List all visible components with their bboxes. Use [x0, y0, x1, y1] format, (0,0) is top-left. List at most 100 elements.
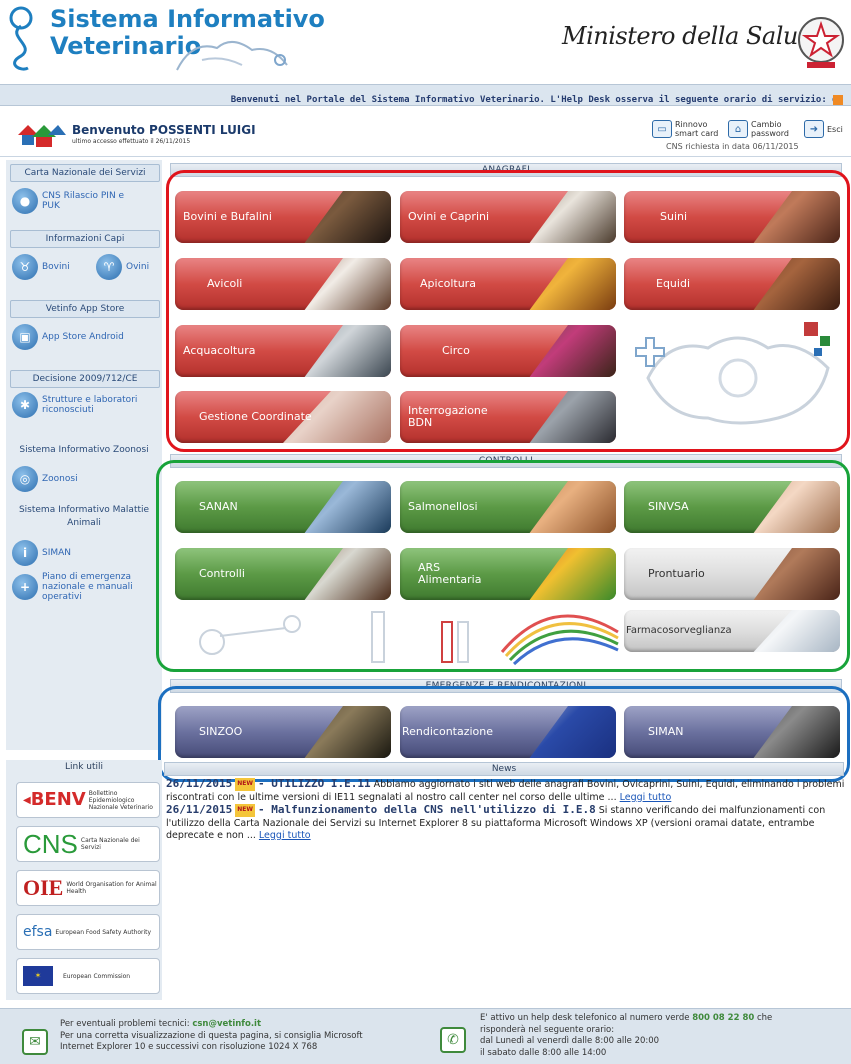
sidebar-item-piano[interactable]: + Piano di emergenza nazionale e manuali…	[12, 572, 142, 602]
link-efsa[interactable]: efsa European Food Safety Authority	[16, 914, 160, 950]
sidebar-item-ovini[interactable]: ♈ Ovini	[96, 254, 149, 280]
tile-bovini[interactable]: Bovini e Bufalini	[175, 191, 391, 243]
fish-photo-icon	[304, 325, 391, 377]
tile-suini-label: Suini	[660, 210, 688, 223]
cambio-password-button[interactable]: ⌂ Cambio password	[728, 118, 795, 140]
tile-sinvsa[interactable]: SINVSA	[624, 481, 840, 533]
cns-icon: ●	[12, 188, 38, 214]
news-title-text: - Malfunzionamento della CNS nell'utiliz…	[257, 803, 596, 816]
news-date: 26/11/2015	[166, 777, 233, 790]
sidebar-item-zoonosi-label: Zoonosi	[42, 474, 78, 484]
tile-equidi[interactable]: Equidi	[624, 258, 840, 310]
tile-apicoltura[interactable]: Apicoltura	[400, 258, 616, 310]
child-photo-icon	[753, 481, 840, 533]
tile-sinzoo[interactable]: SINZOO	[175, 706, 391, 758]
tile-sinzoo-label: SINZOO	[199, 725, 243, 738]
last-access: ultimo accesso effettuato il 26/11/2015	[72, 138, 191, 145]
tile-farmacosorveglianza[interactable]: Farmacosorveglianza	[624, 610, 840, 652]
news-list: 26/11/2015 NEW - UTILIZZO I.E.11 Abbiamo a…	[166, 777, 846, 843]
horse-photo-icon	[753, 258, 840, 310]
sidebar-item-siman[interactable]: i SIMAN	[12, 540, 71, 566]
tile-salmonellosi-label: Salmonellosi	[408, 500, 478, 513]
eu-flag-icon: ✶	[23, 966, 53, 986]
benv-text: BENV	[30, 789, 86, 810]
tile-interrogazione[interactable]: Interrogazione BDN	[400, 391, 616, 443]
news-item: 26/11/2015 NEW - UTILIZZO I.E.11 Abbiamo a…	[166, 777, 846, 804]
link-oie[interactable]: OIE World Organisation for Animal Health	[16, 870, 160, 906]
plus-icon: +	[12, 574, 38, 600]
footer-browser-note-1: Per una corretta visualizzazione di ques…	[60, 1030, 363, 1041]
footer-hours-weekday: dal Lunedì al venerdì dalle 8:00 alle 20…	[480, 1036, 660, 1046]
tile-siman-label: SIMAN	[648, 725, 684, 738]
sidebar-item-bovini[interactable]: ♉ Bovini	[12, 254, 70, 280]
section-emergenze: EMERGENZE E RENDICONTAZIONI	[170, 679, 842, 693]
read-more-link[interactable]: Leggi tutto	[620, 792, 672, 803]
cambio-label: Cambio password	[751, 120, 789, 138]
ministero-logo[interactable]: Ministero della Salute	[562, 22, 821, 50]
tile-sanan[interactable]: SANAN	[175, 481, 391, 533]
tile-siman[interactable]: SIMAN	[624, 706, 840, 758]
sidebar-item-strutture[interactable]: ✱ Strutture e laboratori riconosciuti	[12, 392, 154, 418]
footer-right-text: E' attivo un help desk telefonico al num…	[480, 1013, 772, 1059]
rinnovo-smartcard-button[interactable]: ▭ Rinnovo smart card	[652, 118, 719, 140]
tile-rendicontazione[interactable]: Rendicontazione	[400, 706, 616, 758]
tile-acquacoltura[interactable]: Acquacoltura	[175, 325, 391, 377]
circus-photo-icon	[529, 325, 616, 377]
tile-controlli[interactable]: Controlli	[175, 548, 391, 600]
tile-salmonellosi[interactable]: Salmonellosi	[400, 481, 616, 533]
footer: ✉ Per eventuali problemi tecnici: csn@ve…	[0, 1008, 851, 1064]
section-anagrafi: ANAGRAFI	[170, 163, 842, 177]
sidebar-item-appstore[interactable]: ▣ App Store Android	[12, 324, 124, 350]
sidebar-item-cns[interactable]: ● CNS Rilascio PIN e PUK	[12, 188, 162, 214]
goat-photo-icon	[529, 191, 616, 243]
rss-icon[interactable]	[833, 95, 843, 105]
esci-button[interactable]: ➜ Esci	[804, 118, 847, 140]
tile-gestione[interactable]: Gestione Coordinate	[175, 391, 391, 443]
ec-sub: European Commission	[63, 972, 131, 980]
link-cns[interactable]: CNS Carta Nazionale dei Servizi	[16, 826, 160, 862]
tile-ovini-label: Ovini e Caprini	[408, 210, 490, 223]
tile-circo[interactable]: Circo	[400, 325, 616, 377]
tile-ovini[interactable]: Ovini e Caprini	[400, 191, 616, 243]
tile-prontuario[interactable]: Prontuario	[624, 548, 840, 600]
lock-icon: ⌂	[728, 120, 748, 138]
section-controlli: CONTROLLI	[170, 454, 842, 468]
cow-icon: ♉	[12, 254, 38, 280]
info-icon: i	[12, 540, 38, 566]
footer-helpdesk-post: che	[754, 1013, 773, 1023]
vegetables-photo-icon	[529, 548, 616, 600]
eggs-photo-icon	[529, 481, 616, 533]
tile-acquacoltura-label: Acquacoltura	[183, 344, 256, 357]
site-title-line1: Sistema Informativo	[50, 5, 325, 33]
oie-sub: World Organisation for Animal Health	[66, 881, 157, 895]
benv-logo-icon: ◀	[23, 794, 31, 806]
news-title-text: - UTILIZZO I.E.11	[257, 777, 371, 790]
tile-interrogazione-label: Interrogazione BDN	[408, 404, 488, 429]
tile-controlli-label: Controlli	[199, 567, 245, 580]
footer-hours-intro: risponderà nel seguente orario:	[480, 1024, 615, 1035]
esci-label: Esci	[827, 124, 843, 134]
animals-logo-icon	[176, 41, 288, 71]
tile-ars[interactable]: ARS Alimentaria	[400, 548, 616, 600]
read-more-link[interactable]: Leggi tutto	[259, 830, 311, 841]
sidebar-item-zoonosi[interactable]: ◎ Zoonosi	[12, 466, 78, 492]
chicken-photo-icon	[304, 258, 391, 310]
pills-photo-icon	[753, 610, 840, 652]
tile-sinvsa-label: SINVSA	[648, 500, 689, 513]
site-header: Sistema Informativo Veterinario Minister…	[0, 0, 851, 84]
home-icon[interactable]	[18, 123, 66, 147]
footer-email-link[interactable]: csn@vetinfo.it	[192, 1019, 261, 1029]
phone-icon: ✆	[440, 1027, 466, 1053]
link-benv[interactable]: ◀ BENV Bollettino Epidemiologico Naziona…	[16, 782, 160, 818]
tile-farmaco-label: Farmacosorveglianza	[626, 625, 732, 636]
tile-rendicontazione-label: Rendicontazione	[402, 725, 494, 738]
sidebar-head-malattie: Sistema Informativo Malattie Animali	[18, 505, 150, 528]
tile-suini[interactable]: Suini	[624, 191, 840, 243]
eu-flag-photo-icon	[529, 706, 616, 758]
tile-bovini-label: Bovini e Bufalini	[183, 210, 272, 223]
link-european-commission[interactable]: ✶ European Commission	[16, 958, 160, 994]
efsa-text: efsa	[23, 924, 53, 940]
sidebar: Carta Nazionale dei Servizi ● CNS Rilasc…	[6, 160, 162, 750]
efsa-sub: European Food Safety Authority	[55, 928, 152, 936]
tile-avicoli[interactable]: Avicoli	[175, 258, 391, 310]
